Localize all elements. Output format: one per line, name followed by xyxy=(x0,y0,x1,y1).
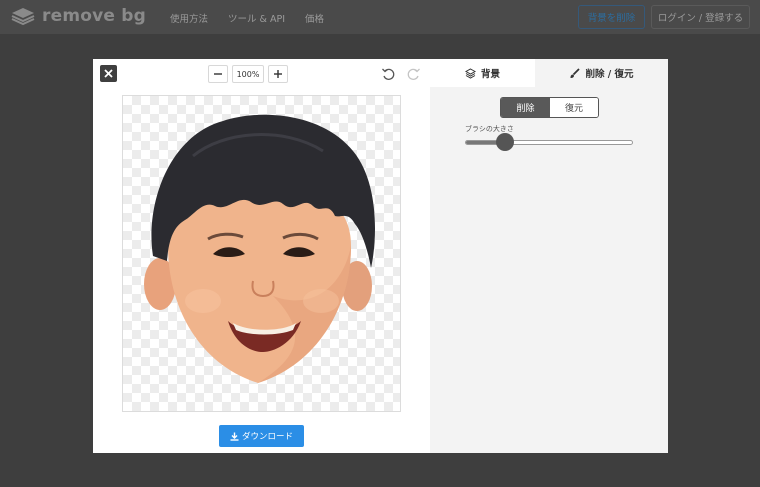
main-nav: 使用方法 ツール & API 価格 xyxy=(170,11,324,25)
redo-button[interactable] xyxy=(407,66,421,85)
history-controls xyxy=(381,66,421,85)
tab-erase-restore-label: 削除 / 復元 xyxy=(585,69,634,80)
brush-size-slider[interactable] xyxy=(465,140,633,145)
download-icon xyxy=(230,432,239,441)
download-label: ダウンロード xyxy=(241,432,293,442)
logo-layers-icon xyxy=(10,6,36,26)
editor-modal: 100% ダウンロード 背景 削除 / 復元 削除 復元 ブラシの大きさ xyxy=(93,59,668,453)
remove-background-button[interactable]: 背景を削除 xyxy=(578,5,645,29)
redo-icon xyxy=(407,68,420,80)
erase-mode-button[interactable]: 削除 xyxy=(501,98,550,117)
erase-restore-toggle: 削除 復元 xyxy=(500,97,599,118)
restore-mode-button[interactable]: 復元 xyxy=(550,98,598,117)
brush-icon xyxy=(570,67,581,78)
logo-text: remove bg xyxy=(42,6,146,26)
download-button[interactable]: ダウンロード xyxy=(219,425,304,447)
undo-icon xyxy=(382,68,395,80)
zoom-level: 100% xyxy=(232,65,264,83)
undo-button[interactable] xyxy=(381,66,395,85)
nav-pricing[interactable]: 価格 xyxy=(305,11,324,25)
login-signup-button[interactable]: ログイン / 登録する xyxy=(651,5,750,29)
top-bar: remove bg 使用方法 ツール & API 価格 背景を削除 ログイン /… xyxy=(0,0,760,34)
nav-how-to-use[interactable]: 使用方法 xyxy=(170,11,208,25)
zoom-controls: 100% xyxy=(208,65,288,83)
tool-panel: 背景 削除 / 復元 削除 復元 ブラシの大きさ xyxy=(430,59,668,453)
layers-icon xyxy=(464,67,476,79)
tab-erase-restore[interactable]: 削除 / 復元 xyxy=(535,59,668,87)
cutout-photo xyxy=(144,114,376,383)
close-button[interactable] xyxy=(100,65,117,82)
tab-background-label: 背景 xyxy=(480,69,500,80)
zoom-out-button[interactable] xyxy=(208,65,228,83)
zoom-in-button[interactable] xyxy=(268,65,288,83)
close-icon xyxy=(104,69,113,78)
slider-handle[interactable] xyxy=(496,133,515,151)
tab-background[interactable]: 背景 xyxy=(430,59,535,87)
image-canvas[interactable] xyxy=(122,95,401,412)
plus-icon xyxy=(274,70,282,78)
minus-icon xyxy=(214,73,222,75)
logo[interactable]: remove bg xyxy=(10,6,146,26)
nav-tools-api[interactable]: ツール & API xyxy=(228,11,285,25)
